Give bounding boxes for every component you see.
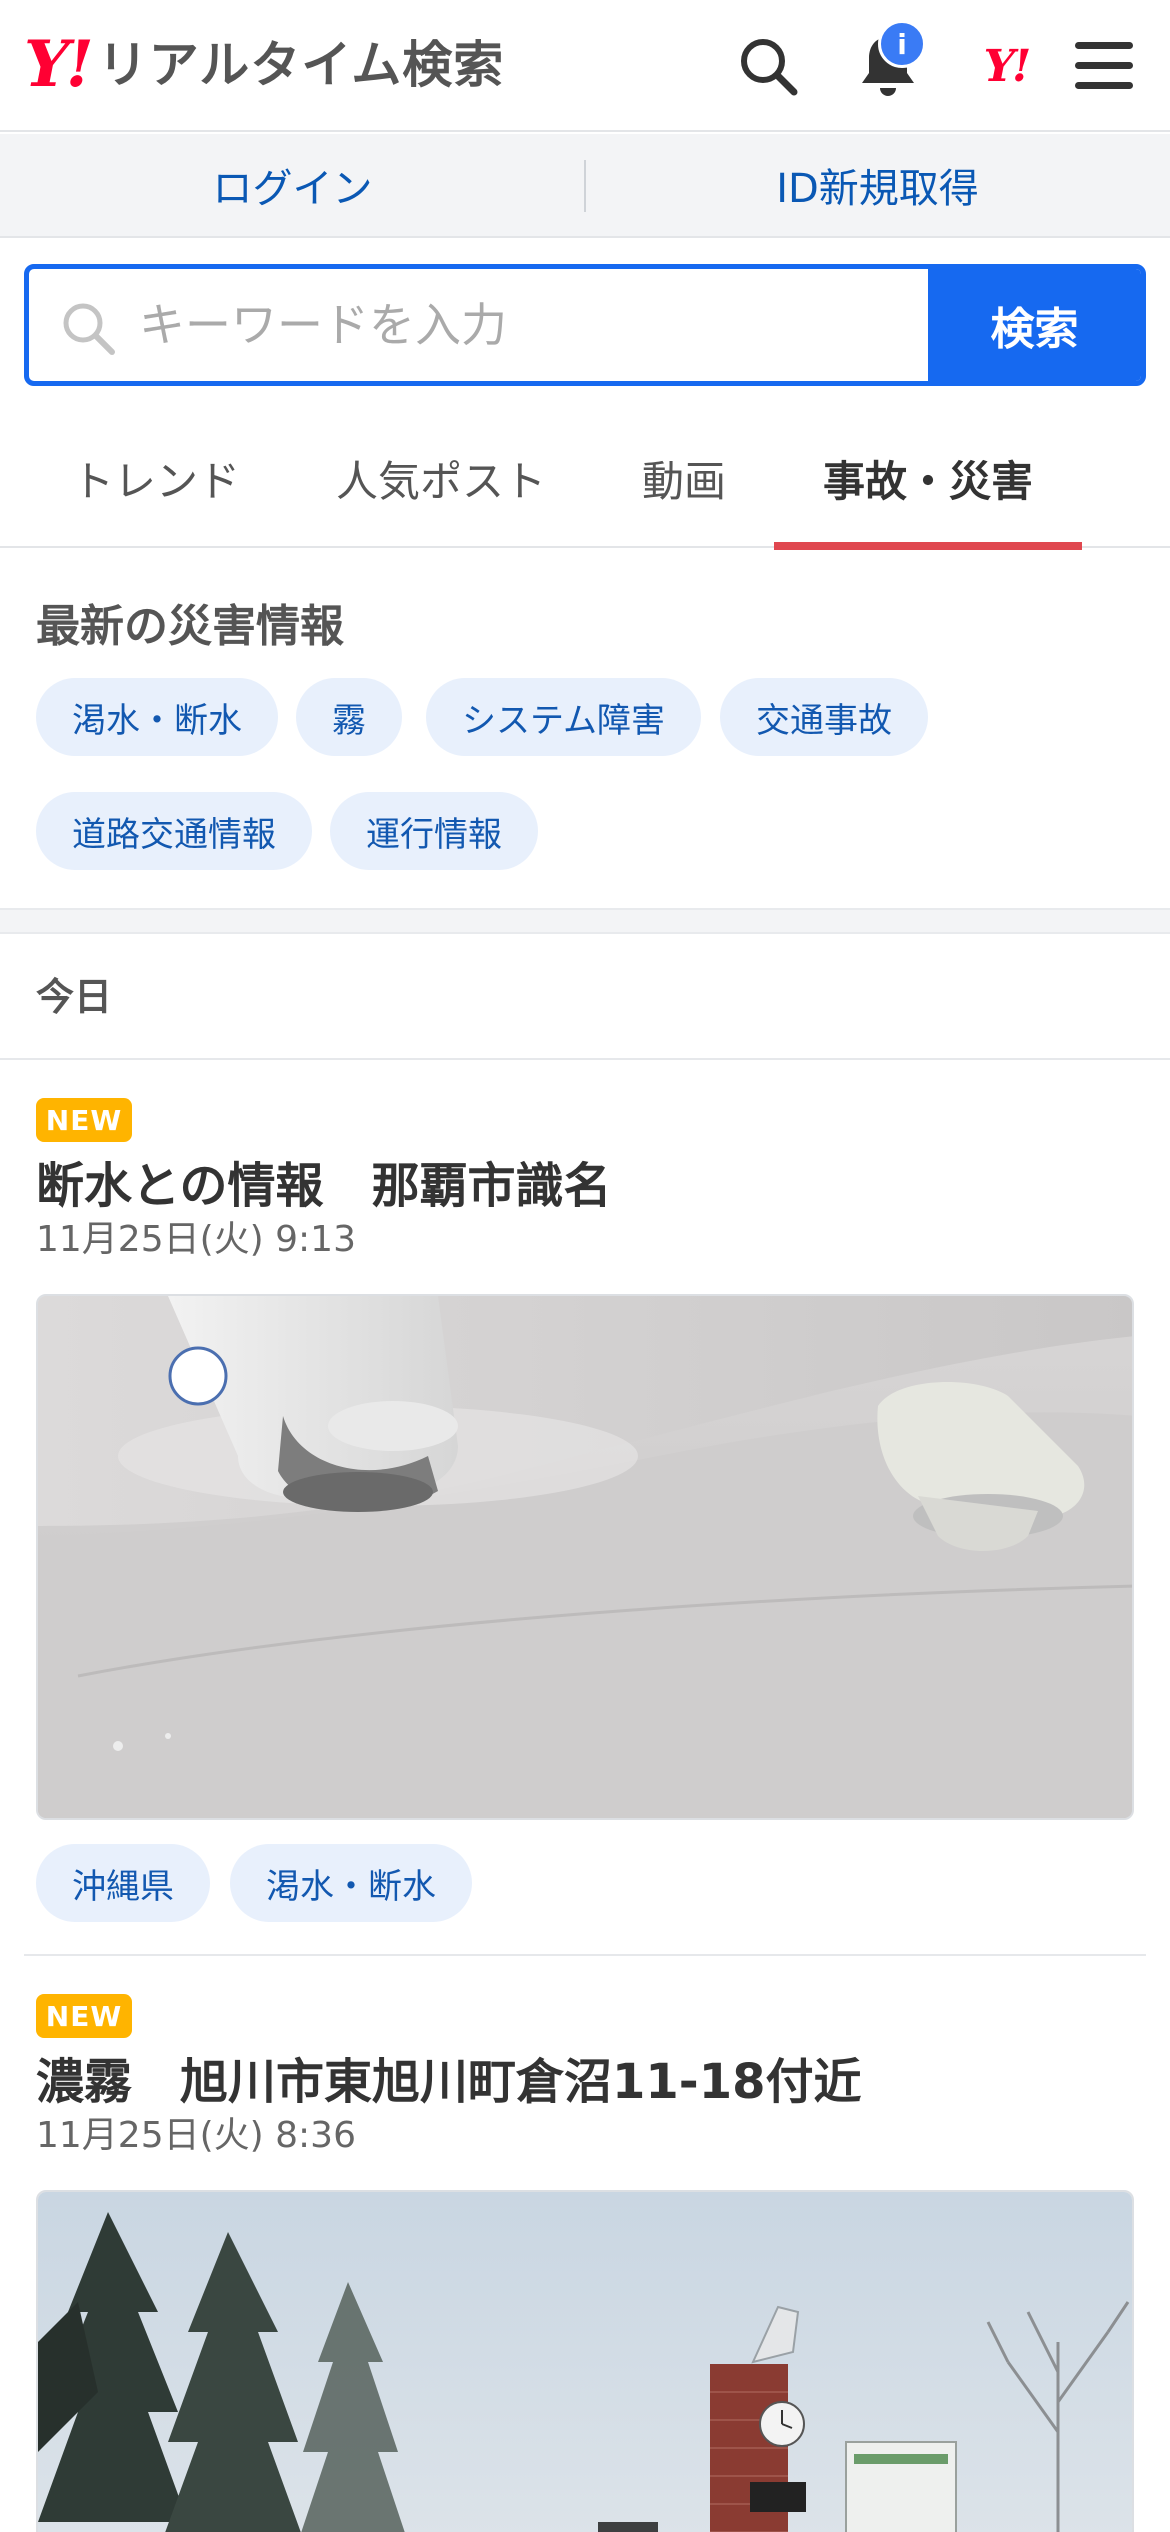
yahoo-top-link[interactable]: Y! [964, 24, 1048, 108]
login-bar: ログイン ID新規取得 [0, 134, 1170, 238]
register-link[interactable]: ID新規取得 [585, 134, 1170, 236]
article-divider [24, 1954, 1146, 1956]
article-card[interactable]: NEW 断水との情報 那覇市識名 11月25日(火) 9:13 沖縄県 渇水・断… [0, 1062, 1170, 1966]
notification-bell-icon[interactable]: i [846, 20, 930, 108]
category-tabs: トレンド 人気ポスト 動画 事故・災害 [0, 408, 1170, 550]
tab-videos[interactable]: 動画 [606, 408, 762, 548]
article-time: 11月25日(火) 9:13 [36, 1219, 356, 1260]
article-card[interactable]: NEW 濃霧 旭川市東旭川町倉沼11-18付近 11月25日(火) 8:36 [0, 1958, 1170, 2532]
chip-service-info[interactable]: 運行情報 [330, 792, 538, 870]
hamburger-menu-icon[interactable] [1062, 24, 1146, 108]
article-title[interactable]: 濃霧 旭川市東旭川町倉沼11-18付近 [36, 2042, 862, 2112]
chip-system-failure[interactable]: システム障害 [426, 678, 701, 756]
section-separator [0, 908, 1170, 934]
search-box: 検索 [24, 264, 1146, 386]
tab-accidents-disasters[interactable]: 事故・災害 [774, 408, 1082, 550]
search-field-icon [63, 303, 115, 355]
chip-fog[interactable]: 霧 [296, 678, 402, 756]
article-image-foggy-park[interactable] [36, 2190, 1134, 2532]
app-header: Y! リアルタイム検索 i Y! [0, 0, 1170, 132]
logo-text: リアルタイム検索 [97, 36, 505, 94]
tab-trend[interactable]: トレンド [36, 408, 276, 548]
date-header: 今日 [0, 934, 1170, 1060]
tag-okinawa[interactable]: 沖縄県 [36, 1844, 210, 1922]
chip-traffic-accident[interactable]: 交通事故 [720, 678, 928, 756]
tab-popular-posts[interactable]: 人気ポスト [316, 408, 566, 548]
yahoo-realtime-logo[interactable]: Y! リアルタイム検索 [24, 30, 504, 100]
new-badge: NEW [36, 1098, 132, 1142]
disaster-info-section: 最新の災害情報 渇水・断水 霧 システム障害 交通事故 道路交通情報 運行情報 [0, 550, 1170, 908]
notification-badge: i [878, 20, 926, 68]
section-title: 最新の災害情報 [36, 601, 344, 652]
date-label: 今日 [36, 975, 113, 1019]
article-image-faucet[interactable] [36, 1294, 1134, 1820]
yahoo-logo-mark: Y! [24, 27, 94, 102]
search-input[interactable] [139, 269, 939, 381]
chip-drought-water-outage[interactable]: 渇水・断水 [36, 678, 278, 756]
search-button[interactable]: 検索 [928, 269, 1141, 381]
login-link[interactable]: ログイン [0, 134, 585, 236]
article-time: 11月25日(火) 8:36 [36, 2115, 356, 2156]
search-icon[interactable] [726, 24, 810, 108]
tag-drought-water-outage[interactable]: 渇水・断水 [230, 1844, 472, 1922]
chip-road-traffic-info[interactable]: 道路交通情報 [36, 792, 312, 870]
yahoo-icon: Y! [983, 40, 1032, 92]
login-divider [584, 160, 586, 212]
new-badge: NEW [36, 1994, 132, 2038]
search-field [29, 269, 939, 381]
article-title[interactable]: 断水との情報 那覇市識名 [36, 1146, 612, 1216]
